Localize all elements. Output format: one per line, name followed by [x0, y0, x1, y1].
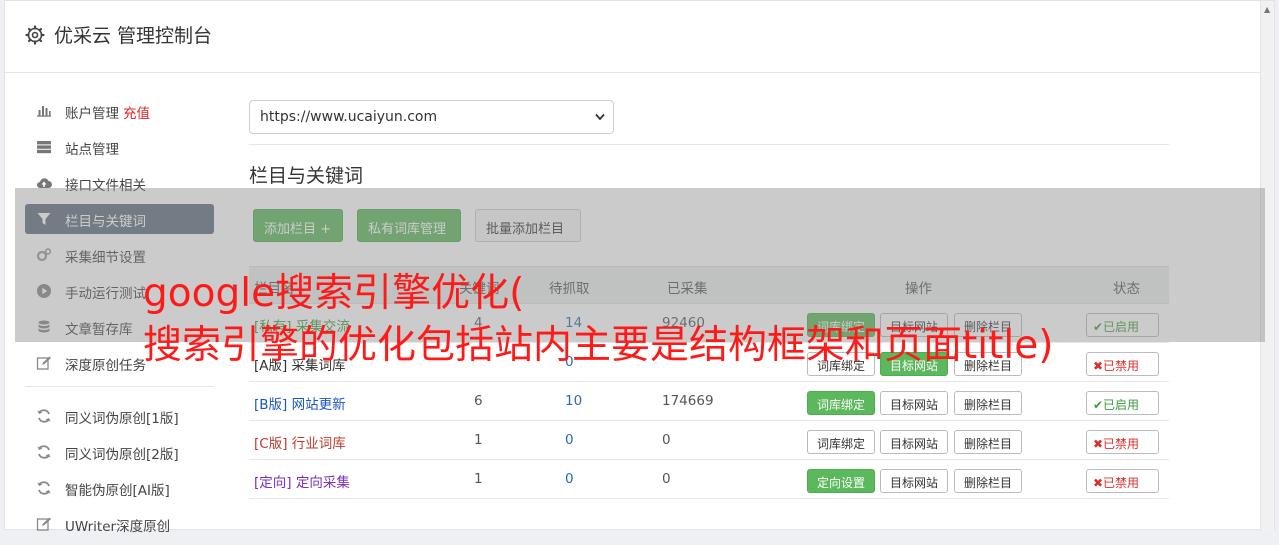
sidebar-item-label: 同义词伪原创[1版] — [65, 411, 179, 427]
section-title: 栏目与关键词 — [249, 165, 364, 187]
column-name[interactable]: [定向] 定向采集 — [254, 471, 350, 491]
sidebar-item-label: 智能伪原创[AI版] — [65, 483, 170, 499]
divider — [249, 144, 1169, 145]
bind-lib-button[interactable]: 定向设置 — [807, 469, 876, 493]
keyword-count: 1 — [474, 471, 483, 487]
column-name[interactable]: [C版] 行业词库 — [254, 432, 346, 452]
collected-count: 174669 — [662, 393, 714, 409]
sidebar-divider — [25, 386, 214, 387]
sidebar-item-label: 站点管理 — [65, 142, 119, 158]
sidebar-item[interactable]: 智能伪原创[AI版] — [25, 473, 214, 503]
refresh-icon — [36, 444, 52, 460]
sidebar-item[interactable]: 账户管理 充值 — [25, 96, 214, 126]
scroll-up-icon[interactable]: ▲ — [1264, 5, 1270, 14]
sidebar-item[interactable]: UWriter深度原创 — [25, 509, 214, 539]
table-row: [B版] 网站更新 6 10 174669 词库绑定 目标网站 删除栏目 ✔已启用 — [249, 382, 1169, 421]
bind-lib-button[interactable]: 词库绑定 — [807, 430, 876, 454]
target-site-button[interactable]: 目标网站 — [880, 430, 949, 454]
sidebar-item-label: 账户管理 — [65, 106, 119, 122]
pending-count[interactable]: 0 — [565, 432, 574, 448]
site-select[interactable]: https://www.ucaiyun.com — [249, 100, 614, 134]
overlay-line-1: google搜索引擎优化( — [143, 271, 525, 316]
sidebar-item[interactable]: 同义词伪原创[1版] — [25, 401, 214, 431]
edit-icon — [36, 355, 52, 371]
sidebar-item-label: 同义词伪原创[2版] — [65, 447, 179, 463]
delete-column-button[interactable]: 删除栏目 — [954, 391, 1023, 415]
bar-chart-icon — [36, 103, 52, 119]
header: 优采云 管理控制台 — [5, 1, 1274, 73]
delete-column-button[interactable]: 删除栏目 — [954, 469, 1023, 493]
page-title: 优采云 管理控制台 — [54, 25, 213, 47]
bind-lib-button[interactable]: 词库绑定 — [807, 391, 876, 415]
refresh-icon — [36, 408, 52, 424]
refresh-icon — [36, 480, 52, 496]
server-icon — [36, 139, 52, 155]
gear-icon — [25, 25, 45, 45]
pending-count[interactable]: 10 — [565, 393, 582, 409]
sidebar-item-label: 深度原创任务 — [65, 358, 146, 374]
delete-column-button[interactable]: 删除栏目 — [954, 430, 1023, 454]
table-row: [C版] 行业词库 1 0 0 词库绑定 目标网站 删除栏目 ✖已禁用 — [249, 421, 1169, 460]
sidebar-item[interactable]: 站点管理 — [25, 132, 214, 162]
sidebar-item[interactable]: 同义词伪原创[2版] — [25, 437, 214, 467]
target-site-button[interactable]: 目标网站 — [880, 391, 949, 415]
sidebar-item-label: UWriter深度原创 — [65, 519, 171, 535]
column-name[interactable]: [B版] 网站更新 — [254, 393, 346, 413]
target-site-button[interactable]: 目标网站 — [880, 469, 949, 493]
collected-count: 0 — [662, 471, 671, 487]
status-toggle[interactable]: ✖已禁用 — [1086, 352, 1159, 376]
chevron-down-icon — [595, 113, 605, 121]
status-toggle[interactable]: ✔已启用 — [1086, 391, 1159, 415]
recharge-link[interactable]: 充值 — [123, 106, 150, 122]
seo-overlay-text: google搜索引擎优化( 搜索引擎的优化包括站内主要是结构框架和页面title… — [143, 268, 1053, 372]
status-toggle[interactable]: ✖已禁用 — [1086, 430, 1159, 454]
status-toggle[interactable]: ✖已禁用 — [1086, 469, 1159, 493]
site-select-value: https://www.ucaiyun.com — [260, 109, 438, 125]
pending-count[interactable]: 0 — [565, 471, 574, 487]
overlay-line-2: 搜索引擎的优化包括站内主要是结构框架和页面title) — [143, 323, 1054, 368]
collected-count: 0 — [662, 432, 671, 448]
keyword-count: 6 — [474, 393, 483, 409]
keyword-count: 1 — [474, 432, 483, 448]
table-row: [定向] 定向采集 1 0 0 定向设置 目标网站 删除栏目 ✖已禁用 — [249, 460, 1169, 499]
